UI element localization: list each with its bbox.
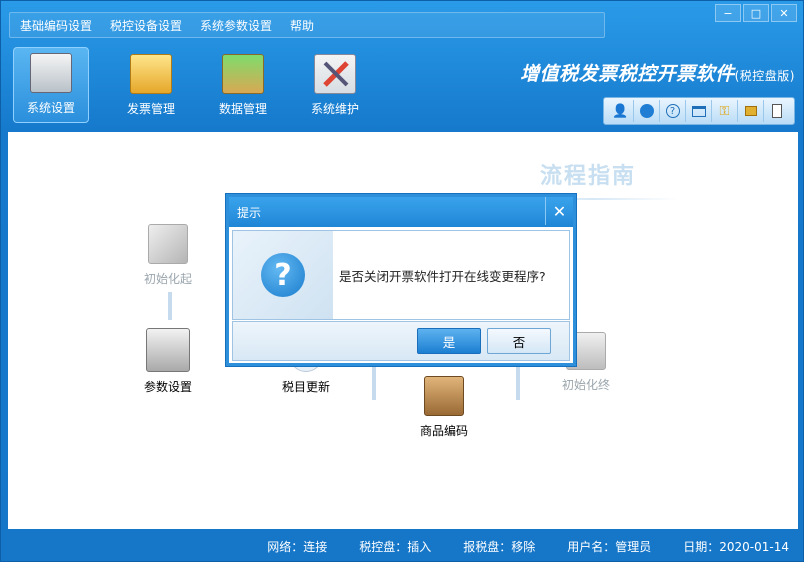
menu-basic-codes[interactable]: 基础编码设置 (20, 17, 92, 34)
init-start-icon (148, 224, 188, 264)
flow-arrow-down (168, 292, 172, 320)
toolbar-label: 系统设置 (26, 101, 75, 115)
menu-tax-device[interactable]: 税控设备设置 (110, 17, 182, 34)
status-tax-disk: 税控盘：插入 (359, 539, 432, 554)
status-date: 日期：2020-01-14 (683, 539, 789, 554)
status-report-disk: 报税盘：移除 (463, 539, 536, 554)
status-bar: 网络：连接 税控盘：插入 报税盘：移除 用户名：管理员 日期：2020-01-1… (1, 531, 804, 561)
close-window-button[interactable]: ✕ (771, 4, 797, 22)
menu-help[interactable]: 帮助 (290, 17, 314, 34)
toolbar-data-management[interactable]: 数据管理 (197, 47, 289, 123)
settings-icon (30, 53, 72, 93)
flow-label: 参数设置 (144, 380, 193, 394)
flow-param-settings[interactable]: 参数设置 (144, 328, 192, 395)
window-icon[interactable] (686, 100, 712, 122)
flow-arrow-connector (372, 366, 376, 400)
dialog-title: 提示 (237, 205, 262, 220)
globe-icon[interactable] (634, 100, 660, 122)
brand-title: 增值税发票税控开票软件 (520, 63, 735, 85)
window-controls: − □ ✕ (713, 4, 797, 22)
minimize-button[interactable]: − (715, 4, 741, 22)
maintenance-tools-icon (314, 54, 356, 94)
toolbar-system-maintenance[interactable]: 系统维护 (289, 47, 381, 123)
data-box-icon (222, 54, 264, 94)
dialog-message: 是否关闭开票软件打开在线变更程序? (339, 268, 546, 284)
toolbar-label: 数据管理 (218, 102, 267, 116)
dialog-footer: 是 否 (232, 321, 570, 361)
guide-title: 流程指南 (540, 164, 637, 189)
main-toolbar: 系统设置 发票管理 数据管理 系统维护 (13, 47, 381, 123)
flow-label: 初始化起 (144, 272, 193, 286)
menu-system-params[interactable]: 系统参数设置 (200, 17, 272, 34)
question-icon: ? (261, 253, 305, 297)
user-icon[interactable]: 👤 (608, 100, 634, 122)
app-brand: 增值税发票税控开票软件(税控盘版) (520, 59, 795, 86)
toolbar-invoice-management[interactable]: 发票管理 (105, 47, 197, 123)
dialog-body: ? 是否关闭开票软件打开在线变更程序? (232, 230, 570, 320)
package-box-icon (424, 376, 464, 416)
flow-init-start[interactable]: 初始化起 (144, 224, 192, 287)
no-button[interactable]: 否 (487, 328, 551, 354)
status-network: 网络：连接 (267, 539, 328, 554)
yes-button[interactable]: 是 (417, 328, 481, 354)
invoice-folder-icon (130, 54, 172, 94)
sliders-icon (146, 328, 190, 372)
key-icon[interactable]: ⚿ (712, 100, 738, 122)
dialog-titlebar: 提示 ✕ (229, 197, 573, 227)
dialog-close-button[interactable]: ✕ (545, 197, 573, 225)
prompt-dialog: 提示 ✕ ? 是否关闭开票软件打开在线变更程序? 是 否 (226, 194, 576, 366)
flow-label: 税目更新 (282, 380, 331, 394)
menu-bar: 基础编码设置 税控设备设置 系统参数设置 帮助 (9, 12, 605, 38)
quick-icon-bar: 👤 ? ⚿ (603, 97, 795, 125)
brand-subtitle: (税控盘版) (734, 69, 795, 83)
toolbar-label: 发票管理 (126, 102, 175, 116)
lock-icon[interactable] (738, 100, 764, 122)
status-user: 用户名：管理员 (567, 539, 652, 554)
document-icon[interactable] (764, 100, 790, 122)
flow-arrow-connector (516, 366, 520, 400)
dialog-icon-area: ? (233, 231, 333, 319)
toolbar-label: 系统维护 (310, 102, 359, 116)
flow-label: 初始化终 (562, 378, 611, 392)
maximize-button[interactable]: □ (743, 4, 769, 22)
help-icon[interactable]: ? (660, 100, 686, 122)
flow-label: 商品编码 (420, 424, 469, 438)
flow-goods-code[interactable]: 商品编码 (420, 376, 468, 439)
toolbar-system-settings[interactable]: 系统设置 (13, 47, 89, 123)
